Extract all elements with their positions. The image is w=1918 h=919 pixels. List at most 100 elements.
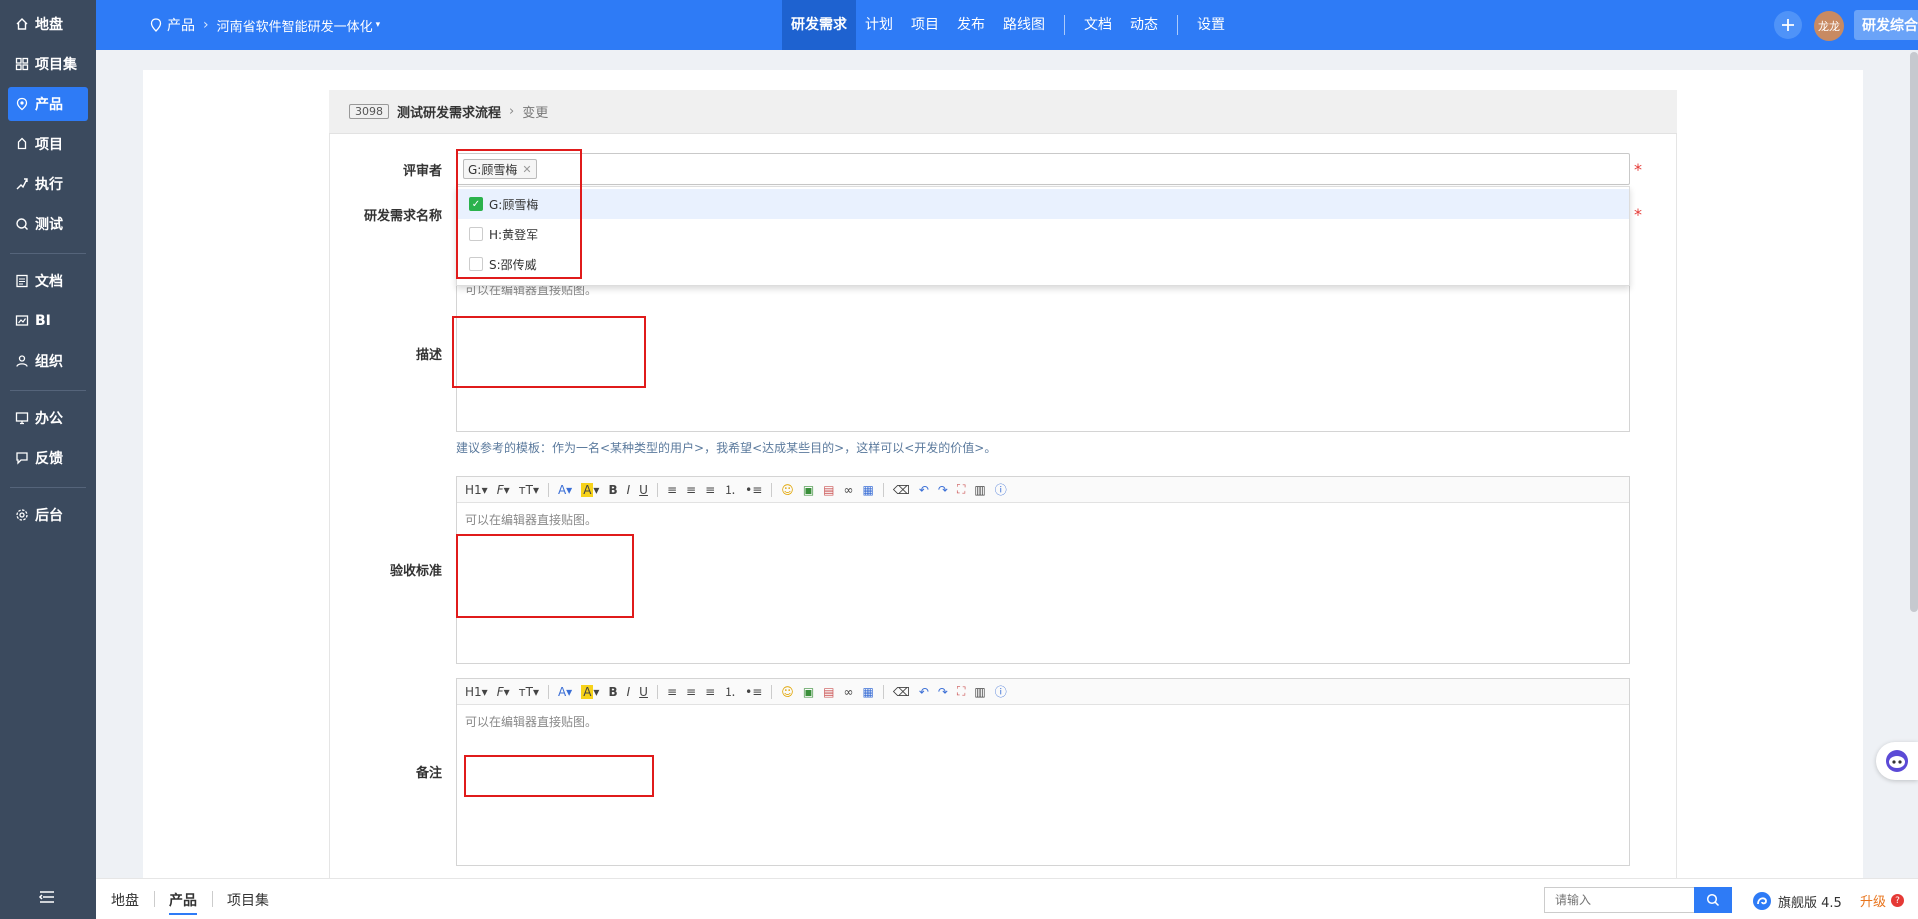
template-icon[interactable]: ▥ — [974, 685, 985, 699]
search-button[interactable] — [1694, 887, 1732, 913]
sidebar-item-admin[interactable]: 后台 — [8, 498, 88, 532]
edition-info[interactable]: 旗舰版 4.5 — [1752, 891, 1842, 911]
tab-release[interactable]: 发布 — [948, 0, 994, 50]
font-color-icon[interactable]: A▾ — [558, 483, 572, 497]
notes-label: 备注 — [415, 766, 442, 781]
bullet-list-icon[interactable]: •≡ — [745, 685, 762, 699]
highlight-icon[interactable]: A ▾ — [581, 482, 599, 497]
product-switcher[interactable]: 河南省软件智能研发一体化 — [217, 16, 373, 35]
sidebar-item-label: 组织 — [35, 354, 63, 370]
emoji-icon[interactable]: ☺ — [781, 483, 794, 497]
reviewer-option[interactable]: H:黄登军 — [457, 219, 1629, 249]
italic-icon[interactable]: I — [627, 483, 631, 497]
align-right-icon[interactable]: ≡ — [705, 685, 715, 699]
bullet-list-icon[interactable]: •≡ — [745, 483, 762, 497]
reviewer-label: 评审者 — [402, 164, 442, 179]
reviewer-select[interactable]: G:顾雪梅 ✕ — [456, 153, 1630, 185]
redo-icon[interactable]: ↷ — [938, 483, 948, 497]
redo-icon[interactable]: ↷ — [938, 685, 948, 699]
sidebar-item-office[interactable]: 办公 — [8, 401, 88, 435]
tab-dynamic[interactable]: 动态 — [1121, 0, 1167, 50]
align-center-icon[interactable]: ≡ — [686, 685, 696, 699]
page-scrollbar[interactable] — [1910, 52, 1918, 612]
emoji-icon[interactable]: ☺ — [781, 685, 794, 699]
heading-icon[interactable]: H1▾ — [465, 685, 488, 699]
ordered-list-icon[interactable]: ⒈ — [724, 683, 736, 700]
eraser-icon[interactable]: ⌫ — [893, 685, 910, 699]
sidebar-item-feedback[interactable]: 反馈 — [8, 441, 88, 475]
font-size-icon[interactable]: тT▾ — [519, 483, 539, 497]
sidebar-item-execution[interactable]: 执行 — [8, 167, 88, 201]
table-icon[interactable]: ▦ — [863, 483, 874, 497]
align-left-icon[interactable]: ≡ — [667, 483, 677, 497]
underline-icon[interactable]: U — [639, 685, 648, 699]
code-icon[interactable]: ▤ — [823, 685, 834, 699]
bold-icon[interactable]: B — [608, 483, 617, 497]
ui-mode-switch-button[interactable]: 研发综合界面 — [1854, 10, 1918, 40]
tab-roadmap[interactable]: 路线图 — [994, 0, 1054, 50]
bottom-tab-product[interactable]: 产品 — [169, 890, 197, 915]
sidebar-item-bi[interactable]: BI — [8, 304, 88, 338]
image-icon[interactable]: ▣ — [803, 483, 814, 497]
image-icon[interactable]: ▣ — [803, 685, 814, 699]
undo-icon[interactable]: ↶ — [919, 483, 929, 497]
sidebar-item-program[interactable]: 项目集 — [8, 47, 88, 81]
global-search-input[interactable] — [1544, 887, 1694, 913]
toolbar-divider — [882, 684, 884, 699]
help-icon[interactable]: ⓘ — [995, 683, 1007, 700]
sidebar-item-doc[interactable]: 文档 — [8, 264, 88, 298]
font-family-icon[interactable]: F ▾ — [497, 483, 510, 497]
align-right-icon[interactable]: ≡ — [705, 483, 715, 497]
story-id-badge: 3098 — [349, 104, 389, 119]
tab-settings[interactable]: 设置 — [1188, 0, 1234, 50]
eraser-icon[interactable]: ⌫ — [893, 483, 910, 497]
reviewer-option[interactable]: S:邵传威 — [457, 249, 1629, 279]
toolbar-divider — [547, 684, 549, 699]
toolbar-divider — [656, 684, 658, 699]
assistant-bot-button[interactable] — [1876, 742, 1918, 780]
align-center-icon[interactable]: ≡ — [686, 483, 696, 497]
sidebar-item-org[interactable]: 组织 — [8, 344, 88, 378]
upgrade-link[interactable]: 升级 ? — [1860, 891, 1905, 910]
undo-icon[interactable]: ↶ — [919, 685, 929, 699]
italic-icon[interactable]: I — [627, 685, 631, 699]
underline-icon[interactable]: U — [639, 483, 648, 497]
template-icon[interactable]: ▥ — [974, 483, 985, 497]
alert-icon: ? — [1891, 894, 1905, 907]
org-icon — [14, 353, 30, 369]
font-size-icon[interactable]: тT▾ — [519, 685, 539, 699]
bottom-tab-home[interactable]: 地盘 — [111, 890, 139, 910]
sidebar-item-product[interactable]: 产品 — [8, 87, 88, 121]
collapse-menu-icon[interactable] — [38, 889, 56, 905]
tab-doc[interactable]: 文档 — [1075, 0, 1121, 50]
sidebar-item-project[interactable]: 项目 — [8, 127, 88, 161]
chevron-down-icon[interactable]: ▾ — [376, 20, 381, 30]
avatar[interactable]: 龙龙 — [1814, 11, 1844, 41]
code-icon[interactable]: ▤ — [823, 483, 834, 497]
story-name-label: 研发需求名称 — [363, 209, 442, 224]
align-left-icon[interactable]: ≡ — [667, 685, 677, 699]
tab-project[interactable]: 项目 — [902, 0, 948, 50]
tab-plan[interactable]: 计划 — [856, 0, 902, 50]
reviewer-option[interactable]: ✓ G:顾雪梅 — [457, 189, 1629, 219]
tab-story[interactable]: 研发需求 — [782, 0, 856, 50]
sidebar-item-home[interactable]: 地盘 — [8, 7, 88, 41]
sidebar-item-label: 项目集 — [35, 57, 77, 73]
heading-icon[interactable]: H1▾ — [465, 483, 488, 497]
font-family-icon[interactable]: F ▾ — [497, 685, 510, 699]
breadcrumb-root[interactable]: 产品 — [167, 15, 195, 35]
bottom-tab-program[interactable]: 项目集 — [227, 890, 269, 910]
create-plus-button[interactable] — [1774, 11, 1802, 39]
link-icon[interactable]: ∞ — [844, 685, 854, 699]
editor-toolbar: H1▾ F ▾ тT▾ A▾ A ▾ B I U ≡ ≡ ≡ ⒈ •≡ ☺ ▣ ▤ … — [457, 679, 1629, 705]
table-icon[interactable]: ▦ — [863, 685, 874, 699]
bold-icon[interactable]: B — [608, 685, 617, 699]
help-icon[interactable]: ⓘ — [995, 481, 1007, 498]
ordered-list-icon[interactable]: ⒈ — [724, 481, 736, 498]
fullscreen-icon[interactable]: ⛶ — [957, 684, 965, 699]
highlight-icon[interactable]: A ▾ — [581, 684, 599, 699]
fullscreen-icon[interactable]: ⛶ — [957, 482, 965, 497]
sidebar-item-test[interactable]: 测试 — [8, 207, 88, 241]
link-icon[interactable]: ∞ — [844, 483, 854, 497]
font-color-icon[interactable]: A▾ — [558, 685, 572, 699]
